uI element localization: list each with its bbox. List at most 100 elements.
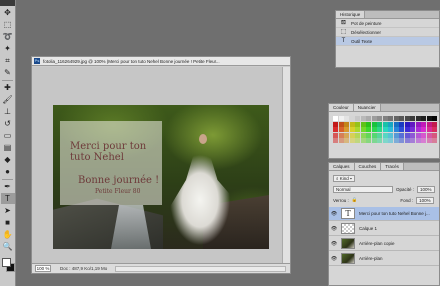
history-brush-tool-icon[interactable]: ↺ bbox=[1, 118, 15, 129]
swatch-cell[interactable] bbox=[360, 116, 366, 121]
swatch-cell[interactable] bbox=[377, 116, 382, 121]
fill-field[interactable]: 100% bbox=[416, 196, 434, 204]
swatch-cell[interactable] bbox=[410, 127, 415, 132]
swatch-cell[interactable] bbox=[410, 121, 415, 127]
lasso-tool-icon[interactable]: ➰ bbox=[1, 31, 15, 42]
swatch-cell[interactable] bbox=[432, 132, 437, 138]
swatch-cell[interactable] bbox=[344, 132, 349, 138]
swatch-cell[interactable] bbox=[421, 127, 426, 132]
swatch-cell[interactable] bbox=[432, 121, 437, 127]
marquee-tool-icon[interactable]: ⬚ bbox=[1, 19, 15, 30]
swatch-cell[interactable] bbox=[404, 138, 410, 143]
swatch-cell[interactable] bbox=[404, 127, 410, 132]
dodge-tool-icon[interactable]: ● bbox=[1, 166, 15, 177]
swatch-cell[interactable] bbox=[410, 116, 415, 121]
swatch-cell[interactable] bbox=[355, 116, 360, 121]
tab-channels[interactable]: Couches bbox=[354, 163, 382, 170]
lock-icon[interactable]: 🔒 bbox=[352, 197, 358, 203]
swatch-cell[interactable] bbox=[371, 116, 377, 121]
gradient-tool-icon[interactable]: ▤ bbox=[1, 142, 15, 153]
swatch-cell[interactable] bbox=[349, 138, 355, 143]
swatch-cell[interactable] bbox=[333, 132, 338, 138]
history-item-selected[interactable]: T Outil Texte bbox=[336, 37, 439, 46]
swatch-cell[interactable] bbox=[355, 127, 360, 132]
vertical-scrollbar[interactable] bbox=[282, 67, 290, 263]
swatch-cell[interactable] bbox=[410, 132, 415, 138]
layer-row-text-selected[interactable]: 👁 T Merci pour ton tuto Nehel Bonne j... bbox=[329, 207, 439, 221]
crop-tool-icon[interactable]: ⌗ bbox=[1, 55, 15, 66]
swatch-cell[interactable] bbox=[399, 127, 404, 132]
kind-filter-dropdown[interactable]: ⌕ Kind ▾ bbox=[333, 174, 355, 182]
swatch-cell[interactable] bbox=[349, 132, 355, 138]
swatch-cell[interactable] bbox=[415, 121, 421, 127]
swatch-cell[interactable] bbox=[393, 138, 399, 143]
swatch-cell[interactable] bbox=[382, 138, 388, 143]
visibility-eye-icon[interactable]: 👁 bbox=[329, 226, 339, 232]
swatch-cell[interactable] bbox=[366, 127, 371, 132]
swatch-cell[interactable] bbox=[415, 127, 421, 132]
layer-row[interactable]: 👁 Arrière-plan copie bbox=[329, 237, 439, 251]
swatch-cell[interactable] bbox=[355, 121, 360, 127]
swatch-cell[interactable] bbox=[415, 132, 421, 138]
swatch-cell[interactable] bbox=[371, 132, 377, 138]
visibility-eye-icon[interactable]: 👁 bbox=[329, 211, 339, 217]
eraser-tool-icon[interactable]: ▭ bbox=[1, 130, 15, 141]
blur-tool-icon[interactable]: ◆ bbox=[1, 154, 15, 165]
brush-tool-icon[interactable]: 🖌 bbox=[1, 94, 15, 105]
swatch-cell[interactable] bbox=[432, 138, 437, 143]
swatch-cell[interactable] bbox=[415, 116, 421, 121]
swatch-cell[interactable] bbox=[338, 132, 344, 138]
swatch-cell[interactable] bbox=[415, 138, 421, 143]
swatch-cell[interactable] bbox=[349, 121, 355, 127]
swatch-cell[interactable] bbox=[333, 138, 338, 143]
swatch-cell[interactable] bbox=[382, 132, 388, 138]
swatch-cell[interactable] bbox=[382, 127, 388, 132]
swatch-cell[interactable] bbox=[404, 121, 410, 127]
swatch-grid[interactable] bbox=[333, 116, 437, 143]
history-item[interactable]: ⬚ Désélectionner bbox=[336, 28, 439, 37]
move-tool-icon[interactable]: ✥ bbox=[1, 7, 15, 18]
swatch-cell[interactable] bbox=[355, 132, 360, 138]
swatch-cell[interactable] bbox=[421, 138, 426, 143]
swatch-cell[interactable] bbox=[404, 116, 410, 121]
swatch-cell[interactable] bbox=[426, 121, 432, 127]
swatch-cell[interactable] bbox=[360, 127, 366, 132]
swatch-cell[interactable] bbox=[393, 127, 399, 132]
swatch-cell[interactable] bbox=[360, 132, 366, 138]
tab-layers[interactable]: Calques bbox=[329, 163, 355, 170]
swatch-cell[interactable] bbox=[355, 138, 360, 143]
swatch-cell[interactable] bbox=[360, 138, 366, 143]
swatch-cell[interactable] bbox=[432, 127, 437, 132]
swatch-cell[interactable] bbox=[388, 127, 393, 132]
opacity-field[interactable]: 100% bbox=[417, 185, 435, 193]
visibility-eye-icon[interactable]: 👁 bbox=[329, 256, 339, 262]
tab-color[interactable]: Couleur bbox=[329, 104, 354, 111]
healing-brush-tool-icon[interactable]: ✚ bbox=[1, 82, 15, 93]
swatch-cell[interactable] bbox=[377, 121, 382, 127]
swatch-cell[interactable] bbox=[393, 116, 399, 121]
swatch-cell[interactable] bbox=[393, 121, 399, 127]
swatch-cell[interactable] bbox=[377, 138, 382, 143]
swatch-cell[interactable] bbox=[388, 132, 393, 138]
swatch-cell[interactable] bbox=[426, 138, 432, 143]
swatch-cell[interactable] bbox=[366, 138, 371, 143]
text-overlay-box[interactable]: Merci pour ton tuto Nehel Bonne journée … bbox=[60, 121, 162, 205]
swatch-cell[interactable] bbox=[366, 116, 371, 121]
shape-tool-icon[interactable]: ■ bbox=[1, 217, 15, 228]
swatch-cell[interactable] bbox=[371, 121, 377, 127]
swatch-cell[interactable] bbox=[421, 132, 426, 138]
swatch-cell[interactable] bbox=[338, 127, 344, 132]
swatch-cell[interactable] bbox=[426, 127, 432, 132]
swatch-cell[interactable] bbox=[388, 138, 393, 143]
eyedropper-tool-icon[interactable]: ✎ bbox=[1, 67, 15, 78]
swatch-cell[interactable] bbox=[371, 138, 377, 143]
swatch-cell[interactable] bbox=[399, 116, 404, 121]
swatch-cell[interactable] bbox=[432, 116, 437, 121]
swatch-cell[interactable] bbox=[421, 121, 426, 127]
swatch-cell[interactable] bbox=[393, 132, 399, 138]
swatch-cell[interactable] bbox=[360, 121, 366, 127]
swatch-cell[interactable] bbox=[338, 121, 344, 127]
tools-panel-grip[interactable] bbox=[0, 0, 15, 6]
layer-row[interactable]: 👁 Calque 1 bbox=[329, 222, 439, 236]
swatch-cell[interactable] bbox=[426, 116, 432, 121]
